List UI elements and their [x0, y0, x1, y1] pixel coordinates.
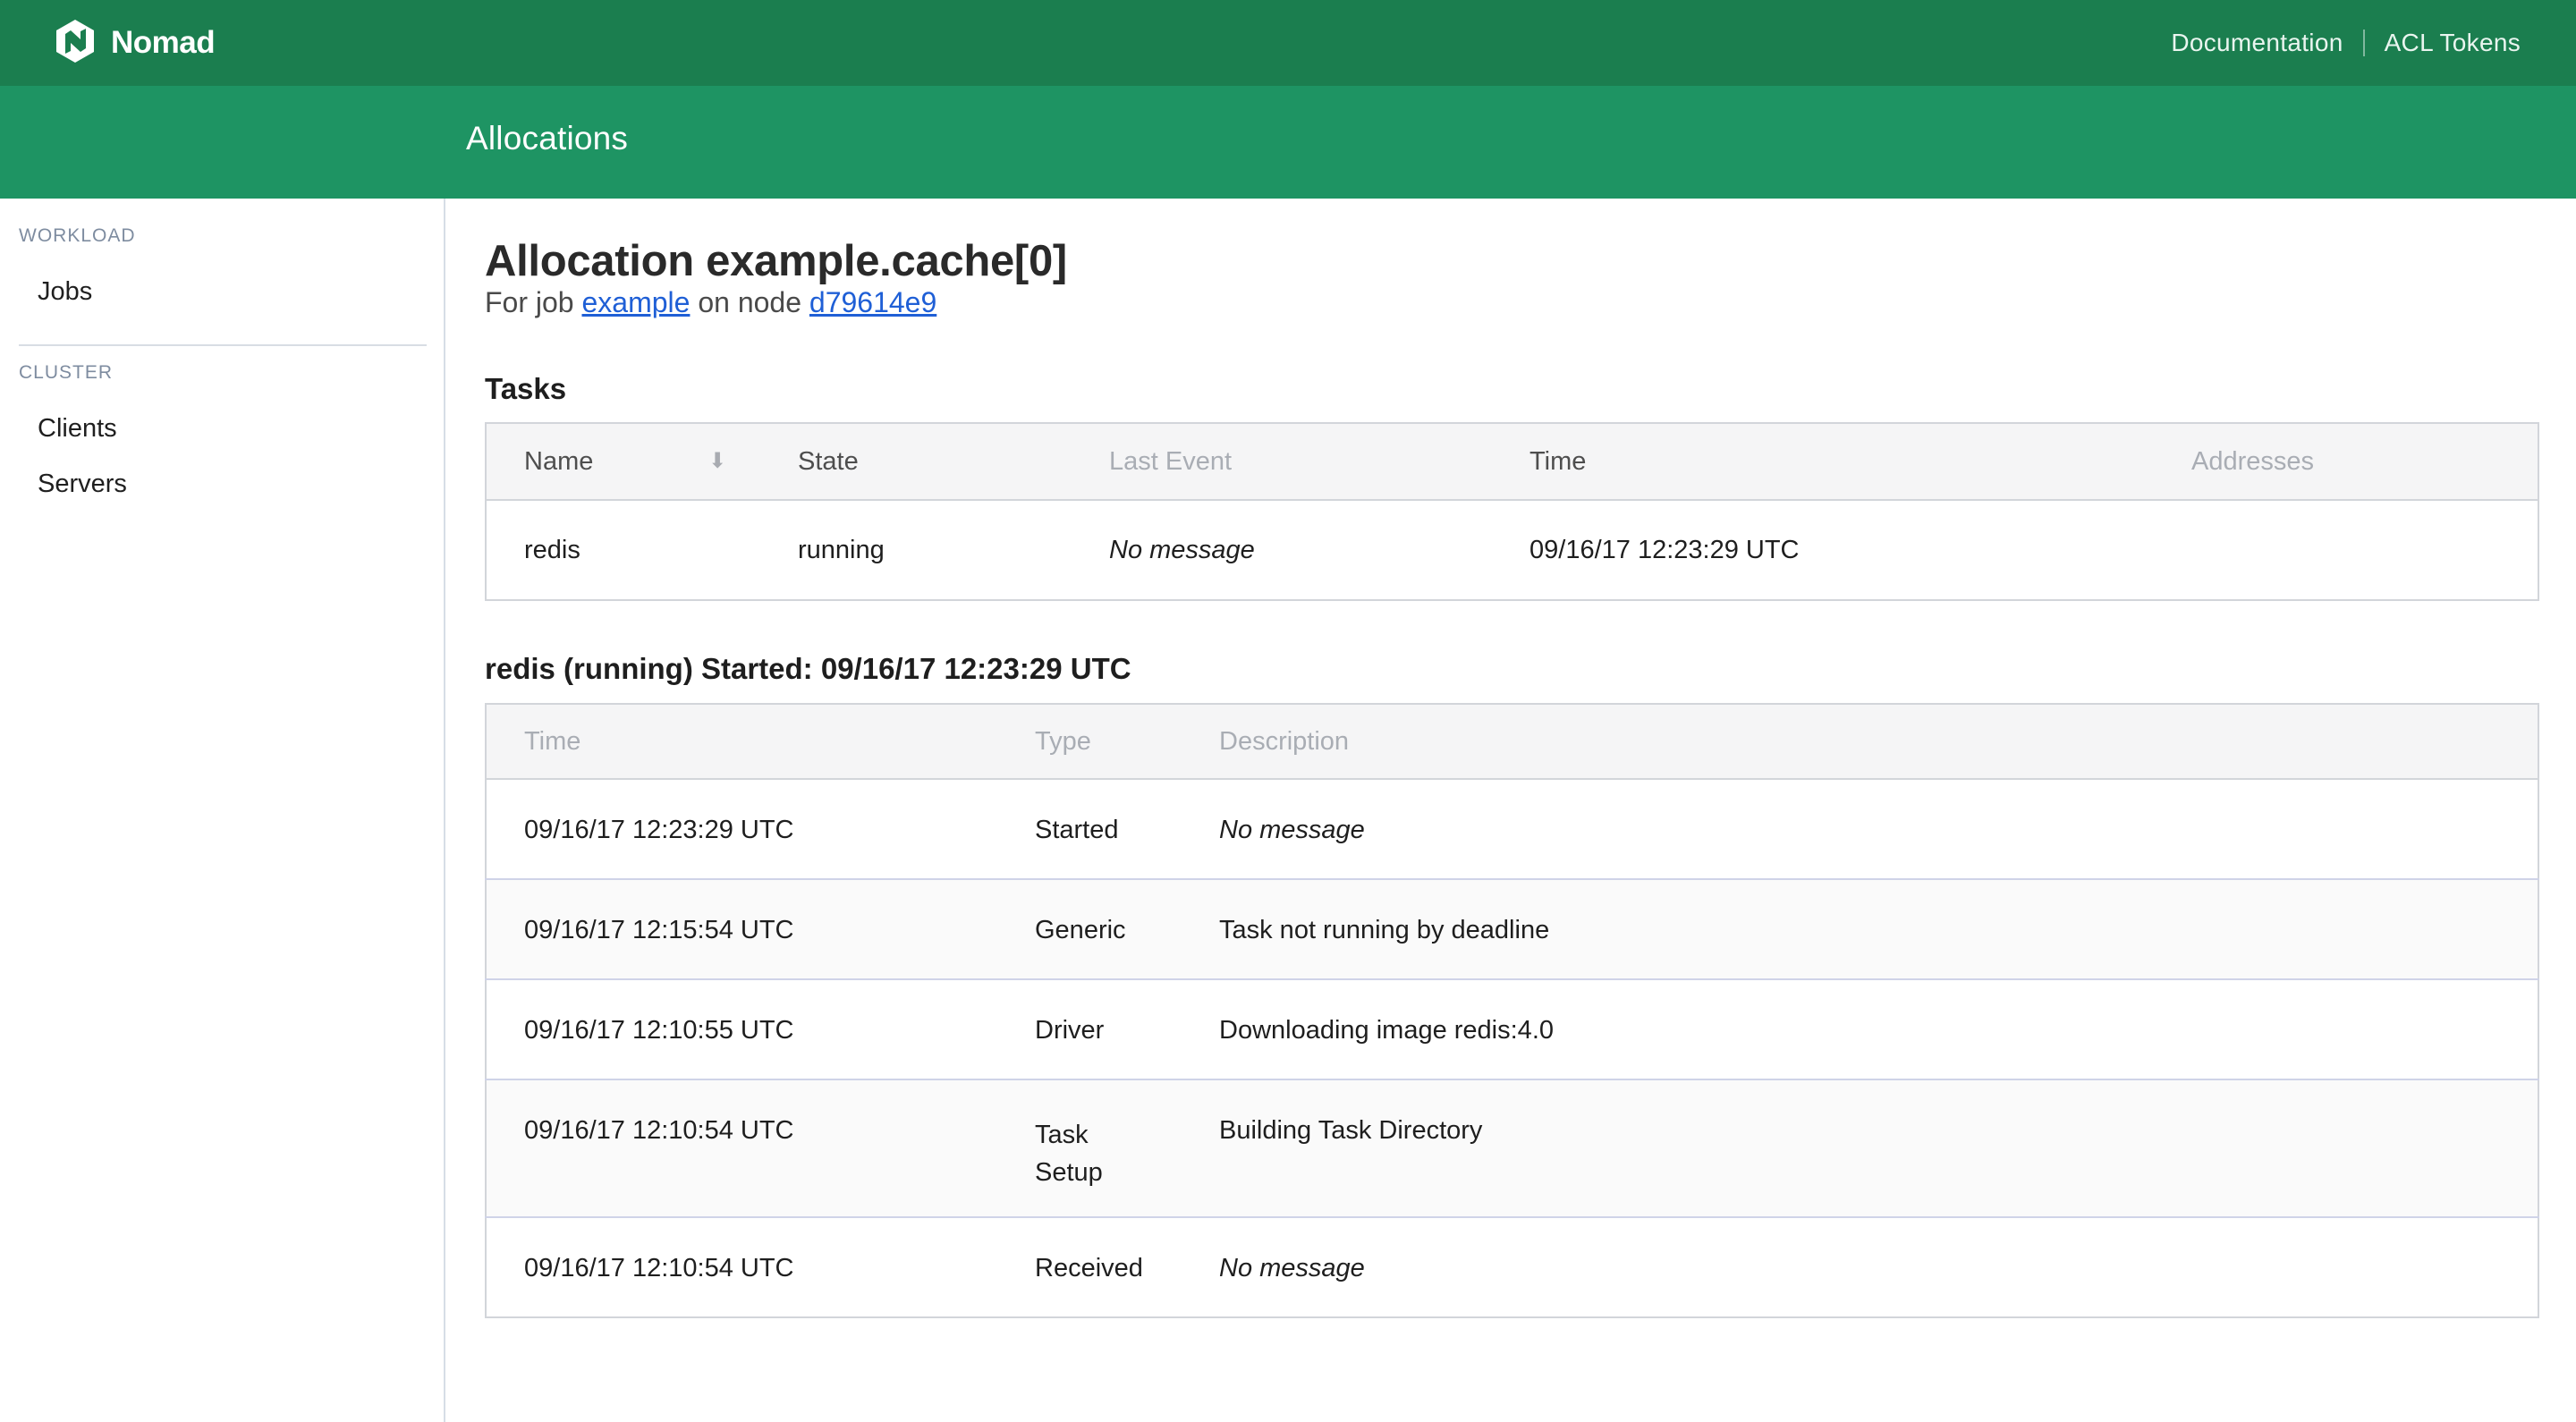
event-time: 09/16/17 12:10:54 UTC [524, 1254, 794, 1282]
top-nav: Documentation ACL Tokens [2171, 29, 2521, 57]
event-description: Building Task Directory [1219, 1116, 1483, 1145]
event-type-line: Task [1035, 1121, 1089, 1149]
column-header-time: Time [486, 704, 997, 780]
column-header-type: Type [997, 704, 1182, 780]
task-state: running [798, 535, 885, 564]
job-link[interactable]: example [581, 286, 690, 318]
sidebar: WORKLOAD Jobs CLUSTER Clients Servers [0, 199, 445, 1422]
task-time: 09/16/17 12:23:29 UTC [1530, 535, 1800, 564]
page-section-title: Allocations [466, 120, 629, 157]
event-time: 09/16/17 12:10:54 UTC [524, 1116, 794, 1145]
events-section-title: redis (running) Started: 09/16/17 12:23:… [485, 652, 1131, 685]
event-type: Task Setup [997, 1079, 1182, 1217]
events-table: Time Type Description 09/16/17 12:23:29 … [485, 703, 2539, 1318]
node-link[interactable]: d79614e9 [809, 286, 936, 318]
tasks-section-title: Tasks [485, 372, 567, 405]
table-row: 09/16/17 12:23:29 UTC Started No message [486, 779, 2538, 879]
column-header-description: Description [1182, 704, 2538, 780]
event-description: No message [1219, 1254, 1365, 1282]
sidebar-item-jobs[interactable]: Jobs [38, 277, 92, 307]
task-name: redis [524, 535, 580, 564]
sidebar-item-servers[interactable]: Servers [38, 470, 127, 499]
subtitle-prefix: For job [485, 286, 574, 318]
event-type: Driver [1035, 1016, 1105, 1045]
brand[interactable]: Nomad [54, 18, 216, 69]
column-header-addresses: Addresses [2154, 423, 2538, 501]
event-description: Task not running by deadline [1219, 916, 1550, 944]
column-header-state[interactable]: State [760, 423, 1072, 501]
documentation-link[interactable]: Documentation [2171, 29, 2343, 57]
table-row: 09/16/17 12:10:55 UTC Driver Downloading… [486, 979, 2538, 1079]
column-header-last-event: Last Event [1072, 423, 1492, 501]
sidebar-item-clients[interactable]: Clients [38, 414, 117, 444]
table-row: 09/16/17 12:10:54 UTC Task Setup Buildin… [486, 1079, 2538, 1217]
event-time: 09/16/17 12:23:29 UTC [524, 816, 794, 844]
page-title: Allocation example.cache[0] [485, 237, 1067, 285]
column-header-time[interactable]: Time [1492, 423, 2154, 501]
tasks-table: Name ⬇ State Last Event Time Addresses r… [485, 422, 2539, 601]
table-row[interactable]: redis running No message 09/16/17 12:23:… [486, 500, 2538, 600]
subtitle-middle: on node [698, 286, 801, 318]
event-type: Started [1035, 816, 1119, 844]
top-navbar: Nomad Documentation ACL Tokens [0, 0, 2576, 86]
event-description: Downloading image redis:4.0 [1219, 1016, 1554, 1045]
menu-label-cluster: CLUSTER [19, 362, 114, 383]
event-type-line: Setup [1035, 1158, 1103, 1187]
event-time: 09/16/17 12:10:55 UTC [524, 1016, 794, 1045]
event-type: Received [1035, 1254, 1143, 1282]
arrow-down-icon: ⬇ [708, 449, 727, 473]
task-last-event: No message [1109, 535, 1255, 564]
table-row: 09/16/17 12:15:54 UTC Generic Task not r… [486, 879, 2538, 979]
event-time: 09/16/17 12:15:54 UTC [524, 916, 794, 944]
event-type: Generic [1035, 916, 1126, 944]
nav-divider [2362, 30, 2365, 56]
brand-name: Nomad [111, 25, 216, 60]
table-row: 09/16/17 12:10:54 UTC Received No messag… [486, 1217, 2538, 1317]
sidebar-divider [19, 344, 427, 346]
events-table-header: Time Type Description [486, 704, 2538, 780]
acl-tokens-link[interactable]: ACL Tokens [2385, 29, 2521, 57]
sub-navbar: Allocations [0, 86, 2576, 199]
task-addresses [2154, 500, 2538, 600]
menu-label-workload: WORKLOAD [19, 225, 136, 246]
allocation-subtitle: For job example on node d79614e9 [485, 286, 936, 319]
tasks-table-header: Name ⬇ State Last Event Time Addresses [486, 423, 2538, 501]
event-description: No message [1219, 816, 1365, 844]
column-header-name[interactable]: Name ⬇ [486, 423, 760, 501]
nomad-logo-icon [54, 18, 97, 69]
